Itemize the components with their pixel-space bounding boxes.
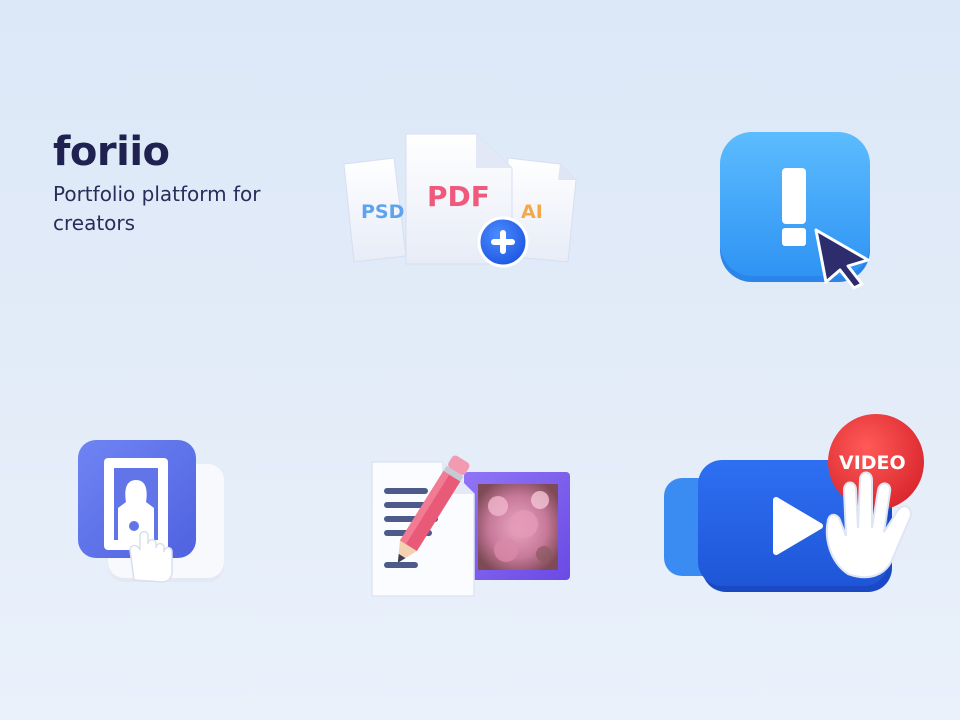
ai-label: AI — [521, 201, 543, 223]
file-upload-icon: PSD PDF AI — [343, 133, 577, 268]
portrait-select-icon — [78, 440, 224, 583]
video-badge-label: VIDEO — [839, 452, 906, 474]
video-play-icon: VIDEO — [664, 414, 924, 592]
alert-cursor-icon — [720, 132, 870, 290]
exclamation-bar — [782, 168, 806, 224]
pdf-label: PDF — [427, 180, 490, 213]
brand-block: foriio Portfolio platform for creators — [53, 128, 273, 238]
brand-tagline: Portfolio platform for creators — [53, 182, 261, 235]
plus-badge-icon — [477, 216, 529, 268]
photo-frame-icon — [464, 472, 570, 580]
psd-label: PSD — [361, 201, 404, 223]
exclamation-dot — [782, 228, 806, 246]
brand-name: foriio — [53, 129, 170, 175]
edit-document-icon — [371, 455, 570, 597]
